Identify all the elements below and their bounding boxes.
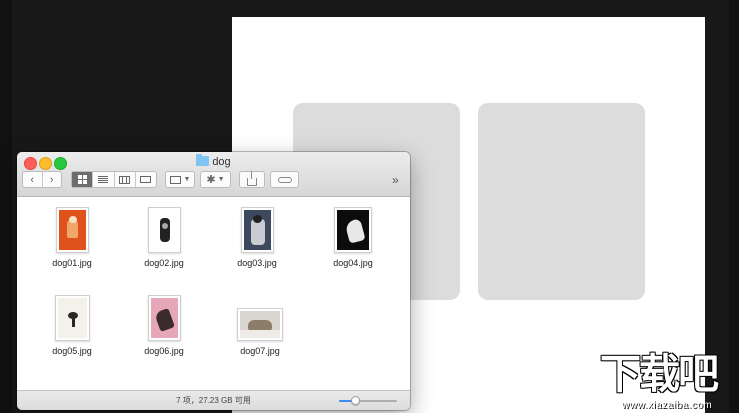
file-item[interactable]: dog04.jpg — [313, 205, 393, 269]
file-thumbnail — [55, 207, 89, 253]
file-thumbnail — [147, 207, 181, 253]
columns-icon — [119, 175, 131, 184]
chevron-right-icon: › — [49, 173, 54, 186]
file-item[interactable]: dog07.jpg — [220, 293, 300, 357]
window-title-text: dog — [212, 156, 231, 168]
desktop-left-edge — [0, 0, 12, 413]
gear-icon: ✱ — [206, 174, 216, 186]
back-forward-group: ‹ › — [22, 171, 62, 188]
file-thumbnail — [147, 295, 181, 341]
file-name: dog05.jpg — [52, 346, 92, 356]
file-name: dog06.jpg — [144, 346, 184, 356]
file-name: dog03.jpg — [237, 258, 277, 268]
arrange-button[interactable]: ▼ — [165, 171, 195, 188]
column-view-button[interactable] — [113, 172, 135, 187]
file-name: dog07.jpg — [240, 346, 280, 356]
file-thumbnail — [334, 207, 372, 253]
file-item[interactable]: dog02.jpg — [124, 205, 204, 269]
file-name: dog04.jpg — [333, 258, 373, 268]
grid-icon — [77, 175, 87, 184]
file-name: dog01.jpg — [52, 258, 92, 268]
folder-icon — [196, 154, 210, 166]
icon-view-button[interactable] — [72, 172, 93, 187]
action-button[interactable]: ✱ ▼ — [200, 171, 231, 188]
window-title: dog — [17, 154, 410, 169]
chevron-left-icon: ‹ — [30, 173, 35, 186]
chevron-down-icon: ▼ — [217, 176, 225, 183]
logo-url: www.xiazaiba.com — [622, 400, 713, 411]
toolbar-overflow-button[interactable]: » — [392, 173, 399, 187]
icon-size-slider[interactable] — [339, 396, 397, 405]
cover-flow-icon — [140, 176, 152, 183]
file-thumbnail — [54, 295, 90, 341]
share-icon — [247, 170, 257, 186]
file-item[interactable]: dog06.jpg — [124, 293, 204, 357]
file-item[interactable]: dog03.jpg — [217, 205, 297, 269]
logo-text: 下载吧 — [600, 350, 719, 398]
share-button[interactable] — [239, 170, 265, 188]
status-bar: 7 项，27.23 GB 可用 — [17, 390, 410, 410]
titlebar: dog ‹ › ▼ ✱ ▼ » — [17, 152, 410, 197]
arrange-icon — [169, 175, 181, 184]
tag-icon — [277, 176, 292, 183]
file-grid: dog01.jpg dog02.jpg dog03.jpg dog04.jpg … — [17, 197, 410, 390]
finder-window: dog ‹ › ▼ ✱ ▼ » dog01.jpg dog02.jpg dog0… — [17, 152, 410, 410]
file-item[interactable]: dog01.jpg — [32, 205, 112, 269]
tag-button[interactable] — [270, 171, 299, 188]
file-thumbnail — [240, 207, 274, 253]
back-button[interactable]: ‹ — [23, 172, 42, 187]
file-thumbnail — [237, 308, 283, 341]
list-icon — [98, 175, 109, 184]
forward-button[interactable]: › — [41, 172, 62, 187]
cover-flow-button[interactable] — [134, 172, 156, 187]
placeholder-card — [478, 103, 645, 300]
chevron-down-icon: ▼ — [183, 176, 191, 183]
watermark-logo: 下载吧 www.xiazaiba.com — [600, 352, 739, 413]
slider-knob[interactable] — [351, 396, 360, 405]
view-mode-group — [71, 171, 157, 188]
file-name: dog02.jpg — [144, 258, 184, 268]
file-item[interactable]: dog05.jpg — [32, 293, 112, 357]
list-view-button[interactable] — [92, 172, 113, 187]
